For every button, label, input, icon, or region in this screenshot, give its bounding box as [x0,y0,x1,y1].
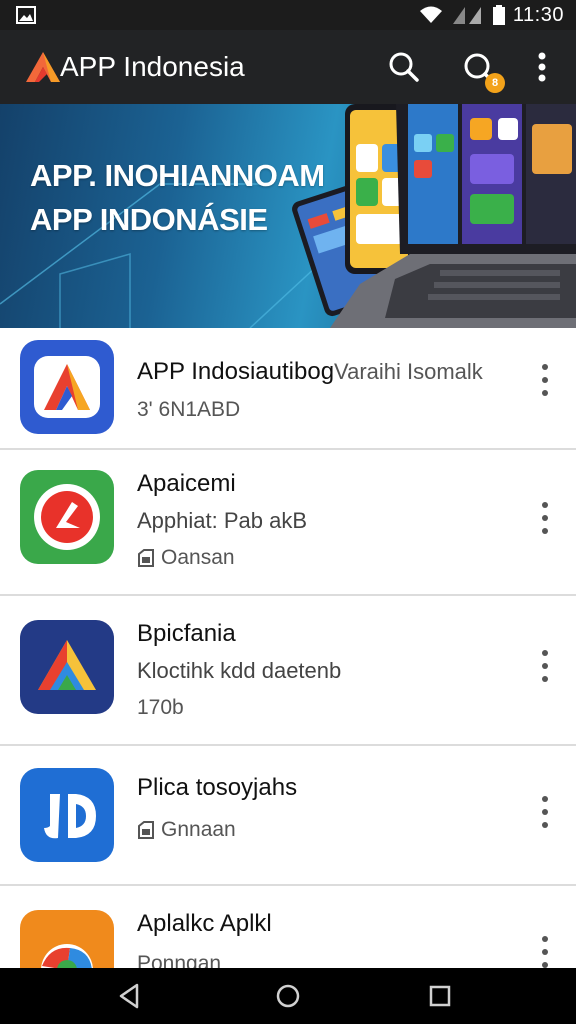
app-meta: Gnnaan [161,818,236,841]
app-name: Aplalkc Aplkl [137,910,272,937]
storage-icon [138,821,154,839]
status-time: 11:30 [512,3,564,26]
app-icon-plica [20,768,114,862]
app-name-extra: Varaihi Isomalk [334,359,483,384]
app-bar: APP Indonesia 8 [0,30,576,104]
wifi-icon [419,6,442,23]
more-vert-icon[interactable] [530,792,560,832]
app-icon-appindo [20,340,114,434]
app-name: Plica tosoyjahs [137,774,298,801]
back-icon[interactable] [113,980,145,1012]
more-vert-icon[interactable] [530,498,560,538]
list-item[interactable]: Apaicemi Apphiat: Pab akB Oansan [0,450,576,596]
more-vert-icon[interactable] [524,47,560,87]
battery-icon [492,5,505,25]
app-meta: Ponngan [137,952,222,968]
banner-title-line2: APP INDONÁSIE [30,202,268,237]
app-meta: 3' 6N1ABD [137,398,241,421]
system-nav-bar [0,968,576,1024]
app-subtitle: Kloctihk kdd daetenb [137,658,342,683]
gallery-icon [16,6,36,24]
app-title: APP Indonesia [60,51,245,82]
app-meta: Oansan [161,546,235,569]
recent-apps-icon[interactable] [424,980,456,1012]
app-name: Bpicfania [137,620,236,647]
app-name: APP Indosiautibog [137,358,335,385]
list-item[interactable]: Bpicfania Kloctihk kdd daetenb 170b [0,596,576,746]
notification-badge: 8 [485,73,505,93]
app-name: Apaicemi [137,470,236,497]
storage-icon [138,549,154,567]
promo-banner[interactable]: APP. INOHIANNOAM APP INDONÁSIE [0,104,576,328]
more-vert-icon[interactable] [530,360,560,400]
list-item[interactable]: Aplalkc Aplkl Ponngan [0,886,576,968]
search-icon[interactable] [384,47,424,87]
app-icon-aplalkc [20,910,114,968]
list-item[interactable]: Plica tosoyjahs Gnnaan [0,746,576,886]
app-subtitle: Apphiat: Pab akB [137,508,308,533]
app-list: APP IndosiautibogVaraihi Isomalk 3' 6N1A… [0,328,576,968]
banner-title-line1: APP. INOHIANNOAM [30,158,325,193]
app-icon-apaicemi [20,470,114,564]
app-meta: 170b [137,696,184,719]
status-bar: 11:30 [0,0,576,30]
app-logo-icon [26,52,60,82]
signal-icon [452,7,481,24]
more-vert-icon[interactable] [530,932,560,968]
home-icon[interactable] [272,980,304,1012]
more-vert-icon[interactable] [530,646,560,686]
list-item[interactable]: APP IndosiautibogVaraihi Isomalk 3' 6N1A… [0,328,576,450]
app-icon-bpicfania [20,620,114,714]
